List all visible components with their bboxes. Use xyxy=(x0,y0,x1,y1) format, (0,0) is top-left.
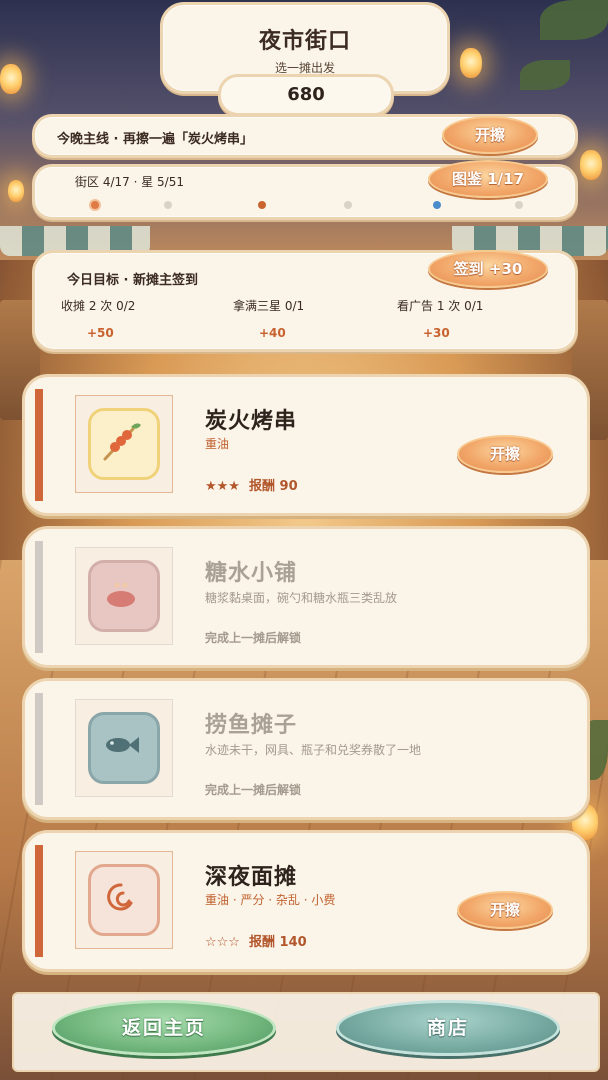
stall-tags: 重油 xyxy=(205,437,230,451)
skewer-icon xyxy=(88,408,160,480)
district-dot[interactable] xyxy=(163,201,172,209)
stall-card-fishing[interactable]: 捞鱼摊子 水迹未干，网具、瓶子和兑奖券散了一地 完成上一摊后解锁 xyxy=(22,678,590,820)
district-dot[interactable] xyxy=(433,201,442,209)
district-track xyxy=(91,201,523,209)
leaves xyxy=(520,60,570,90)
stall-icon-frame xyxy=(75,851,173,949)
stall-description: 糖浆黏桌面，碗勺和糖水瓶三类乱放 xyxy=(205,591,398,605)
daily-goal-reward: +50 xyxy=(87,326,114,340)
daily-goal-label: 收摊 2 次 0/2 xyxy=(61,299,136,313)
stall-start-button[interactable]: 开擦 xyxy=(457,435,553,473)
stall-tags: 重油 · 严分 · 杂乱 · 小费 xyxy=(205,893,336,907)
daily-goal-reward: +40 xyxy=(259,326,286,340)
stall-reward: 报酬 90 xyxy=(249,479,298,494)
main-quest-text: 今晚主线 · 再擦一遍「炭火烤串」 xyxy=(57,132,253,147)
stall-reward-line: ☆☆☆ 报酬 140 xyxy=(205,931,307,950)
stall-status-stripe xyxy=(35,845,43,957)
quest-start-button[interactable]: 开擦 xyxy=(442,116,538,154)
dessert-bowl-icon xyxy=(88,560,160,632)
lantern xyxy=(8,180,24,202)
lantern xyxy=(0,64,22,94)
daily-goal-label: 看广告 1 次 0/1 xyxy=(397,299,484,313)
unlock-hint: 完成上一摊后解锁 xyxy=(205,631,302,645)
stall-name: 糖水小铺 xyxy=(205,561,298,586)
unlock-hint: 完成上一摊后解锁 xyxy=(205,783,302,797)
stall-status-stripe xyxy=(35,541,43,653)
stall-name: 炭火烤串 xyxy=(205,409,298,434)
daily-goal-label: 拿满三星 0/1 xyxy=(233,299,305,313)
star-rating: ☆☆☆ xyxy=(205,935,240,950)
stall-name: 深夜面摊 xyxy=(205,865,298,890)
stall-icon-frame xyxy=(75,699,173,797)
daily-goal: 收摊 2 次 0/2 +50 xyxy=(61,297,135,340)
daily-goal: 看广告 1 次 0/1 +30 xyxy=(397,297,483,340)
coin-counter: 680 xyxy=(218,74,394,116)
home-button[interactable]: 返回主页 xyxy=(52,1000,276,1056)
daily-goals-title: 今日目标 · 新摊主签到 xyxy=(67,273,198,288)
stall-icon-frame xyxy=(75,395,173,493)
fish-icon xyxy=(88,712,160,784)
stall-card-noodles[interactable]: 深夜面摊 重油 · 严分 · 杂乱 · 小费 ☆☆☆ 报酬 140 开擦 xyxy=(22,830,590,972)
collection-button[interactable]: 图鉴 1/17 xyxy=(428,160,548,198)
stall-start-button[interactable]: 开擦 xyxy=(457,891,553,929)
district-dot[interactable] xyxy=(257,201,266,209)
stall-card-skewers[interactable]: 炭火烤串 重油 ★★★ 报酬 90 开擦 xyxy=(22,374,590,516)
daily-goal: 拿满三星 0/1 +40 xyxy=(233,297,304,340)
lantern xyxy=(460,48,482,78)
stall-description: 水迹未干，网具、瓶子和兑奖券散了一地 xyxy=(205,743,422,757)
noodle-icon xyxy=(88,864,160,936)
stall-card-dessert[interactable]: 糖水小铺 糖浆黏桌面，碗勺和糖水瓶三类乱放 完成上一摊后解锁 xyxy=(22,526,590,668)
district-progress-text: 街区 4/17 · 星 5/51 xyxy=(75,175,184,189)
lantern xyxy=(580,150,602,180)
district-dot[interactable] xyxy=(514,201,523,209)
stall-status-stripe xyxy=(35,389,43,501)
daily-goal-reward: +30 xyxy=(423,326,450,340)
stall-reward-line: ★★★ 报酬 90 xyxy=(205,475,298,494)
stall-icon-frame xyxy=(75,547,173,645)
shop-button[interactable]: 商店 xyxy=(336,1000,560,1056)
district-dot-current[interactable] xyxy=(91,201,99,209)
stall-status-stripe xyxy=(35,693,43,805)
leaves xyxy=(540,0,608,40)
district-dot[interactable] xyxy=(343,201,352,209)
page-title: 夜市街口 xyxy=(258,29,351,54)
stall-name: 捞鱼摊子 xyxy=(205,713,298,738)
checkin-button[interactable]: 签到 +30 xyxy=(428,250,548,288)
star-rating: ★★★ xyxy=(205,479,240,494)
stall-reward: 报酬 140 xyxy=(249,935,307,950)
